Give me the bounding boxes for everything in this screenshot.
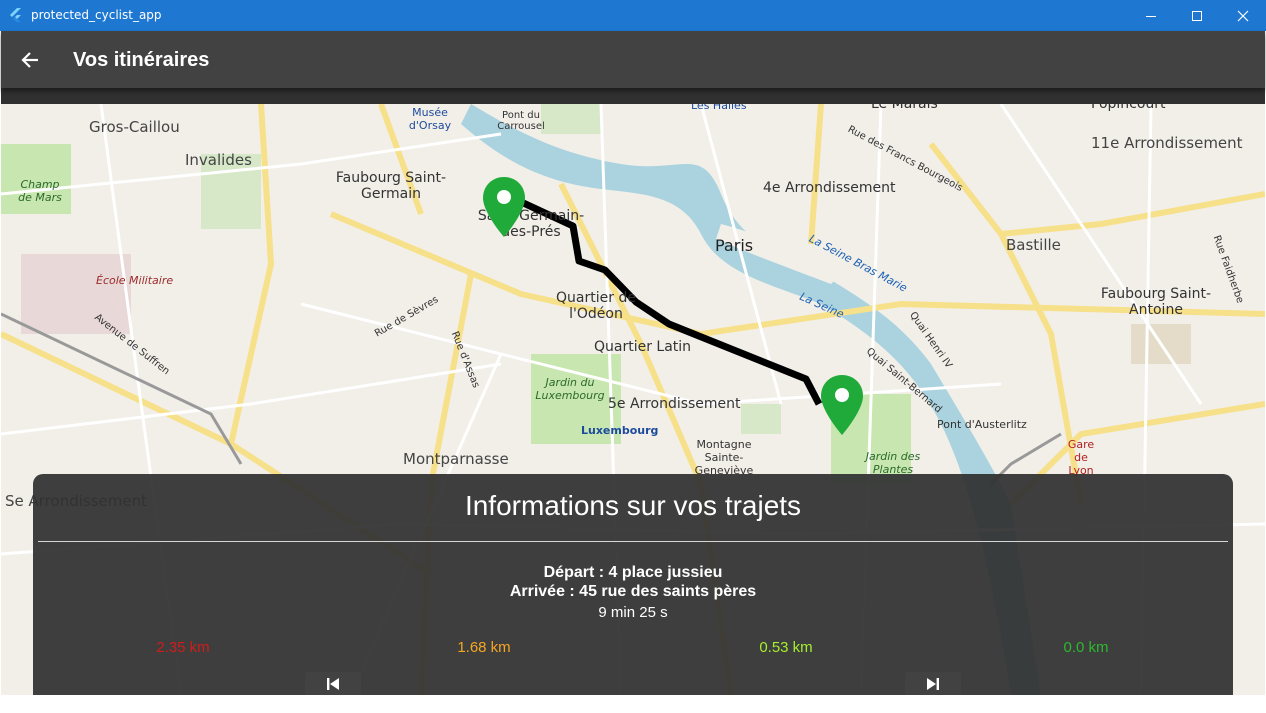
flutter-logo-icon bbox=[10, 8, 21, 22]
maximize-button[interactable] bbox=[1174, 0, 1220, 31]
map-label: Faubourg Saint-Germain bbox=[335, 170, 447, 202]
close-icon bbox=[1237, 10, 1249, 21]
app-bar: Vos itinéraires bbox=[1, 31, 1265, 88]
previous-trip-button[interactable] bbox=[305, 672, 361, 695]
map-label: Musée d'Orsay bbox=[408, 106, 452, 132]
map-label: 4e Arrondissement bbox=[763, 180, 896, 196]
window-title: protected_cyclist_app bbox=[31, 8, 162, 22]
map-label: Invalides bbox=[185, 151, 252, 169]
distance-danger: 2.35 km bbox=[156, 639, 210, 656]
map-pin-icon[interactable] bbox=[821, 375, 863, 435]
map-label: Gare de Lyon bbox=[1067, 438, 1095, 477]
arrow-left-icon bbox=[21, 52, 38, 68]
map-label: Popincourt bbox=[1091, 104, 1166, 112]
close-button[interactable] bbox=[1220, 0, 1266, 31]
window-bottom-edge bbox=[0, 695, 1266, 713]
map-label: Jardin du Luxembourg bbox=[535, 376, 605, 402]
back-button[interactable] bbox=[13, 43, 47, 77]
panel-divider bbox=[38, 541, 1228, 542]
depart-text: Départ : 4 place jussieu bbox=[543, 564, 723, 581]
distance-safe: 0.53 km bbox=[759, 639, 813, 656]
arrivee-text: Arrivée : 45 rue des saints pères bbox=[509, 583, 757, 600]
map-label: Luxembourg bbox=[581, 424, 659, 437]
distance-protected: 0.0 km bbox=[1063, 639, 1109, 656]
map-label: Pont du Carrousel bbox=[497, 110, 545, 132]
trip-info-panel: Informations sur vos trajets Départ : 4 … bbox=[33, 474, 1233, 695]
map-label: 11e Arrondissement bbox=[1091, 134, 1243, 152]
map-label: Gros-Caillou bbox=[89, 118, 180, 136]
duration-text: 9 min 25 s bbox=[598, 604, 668, 621]
map-label: Quartier Latin bbox=[594, 339, 692, 355]
minimize-button[interactable] bbox=[1128, 0, 1174, 31]
map-label: Paris bbox=[715, 236, 754, 255]
map-label: 5e Arrondissement bbox=[608, 396, 741, 412]
map-label: Jardin des Plantes bbox=[865, 450, 921, 476]
skip-previous-icon bbox=[327, 677, 339, 690]
page-title: Vos itinéraires bbox=[73, 49, 210, 71]
map-label: Faubourg Saint-Antoine bbox=[1100, 286, 1212, 318]
map-label: Quartier de l'Odéon bbox=[556, 290, 636, 322]
map-label: Pont d'Austerlitz bbox=[937, 418, 1027, 431]
panel-title: Informations sur vos trajets bbox=[464, 490, 802, 521]
map-label: École Militaire bbox=[96, 274, 174, 287]
map-pin-icon[interactable] bbox=[483, 177, 525, 237]
distance-moderate: 1.68 km bbox=[457, 639, 511, 656]
map-label: Le Marais bbox=[871, 104, 938, 112]
appbar-shadow-strip bbox=[1, 88, 1265, 104]
next-trip-button[interactable] bbox=[905, 672, 961, 695]
map-label: Bastille bbox=[1006, 236, 1061, 254]
map-label: Montparnasse bbox=[403, 450, 509, 468]
maximize-icon bbox=[1192, 10, 1202, 21]
skip-next-icon bbox=[927, 677, 939, 690]
map-label: Champ de Mars bbox=[18, 178, 62, 204]
minimize-icon bbox=[1146, 15, 1156, 17]
window-titlebar: protected_cyclist_app bbox=[0, 0, 1266, 31]
map-label: Les Halles bbox=[691, 104, 747, 112]
map-label: Montagne Sainte-Geneviève bbox=[694, 438, 754, 477]
